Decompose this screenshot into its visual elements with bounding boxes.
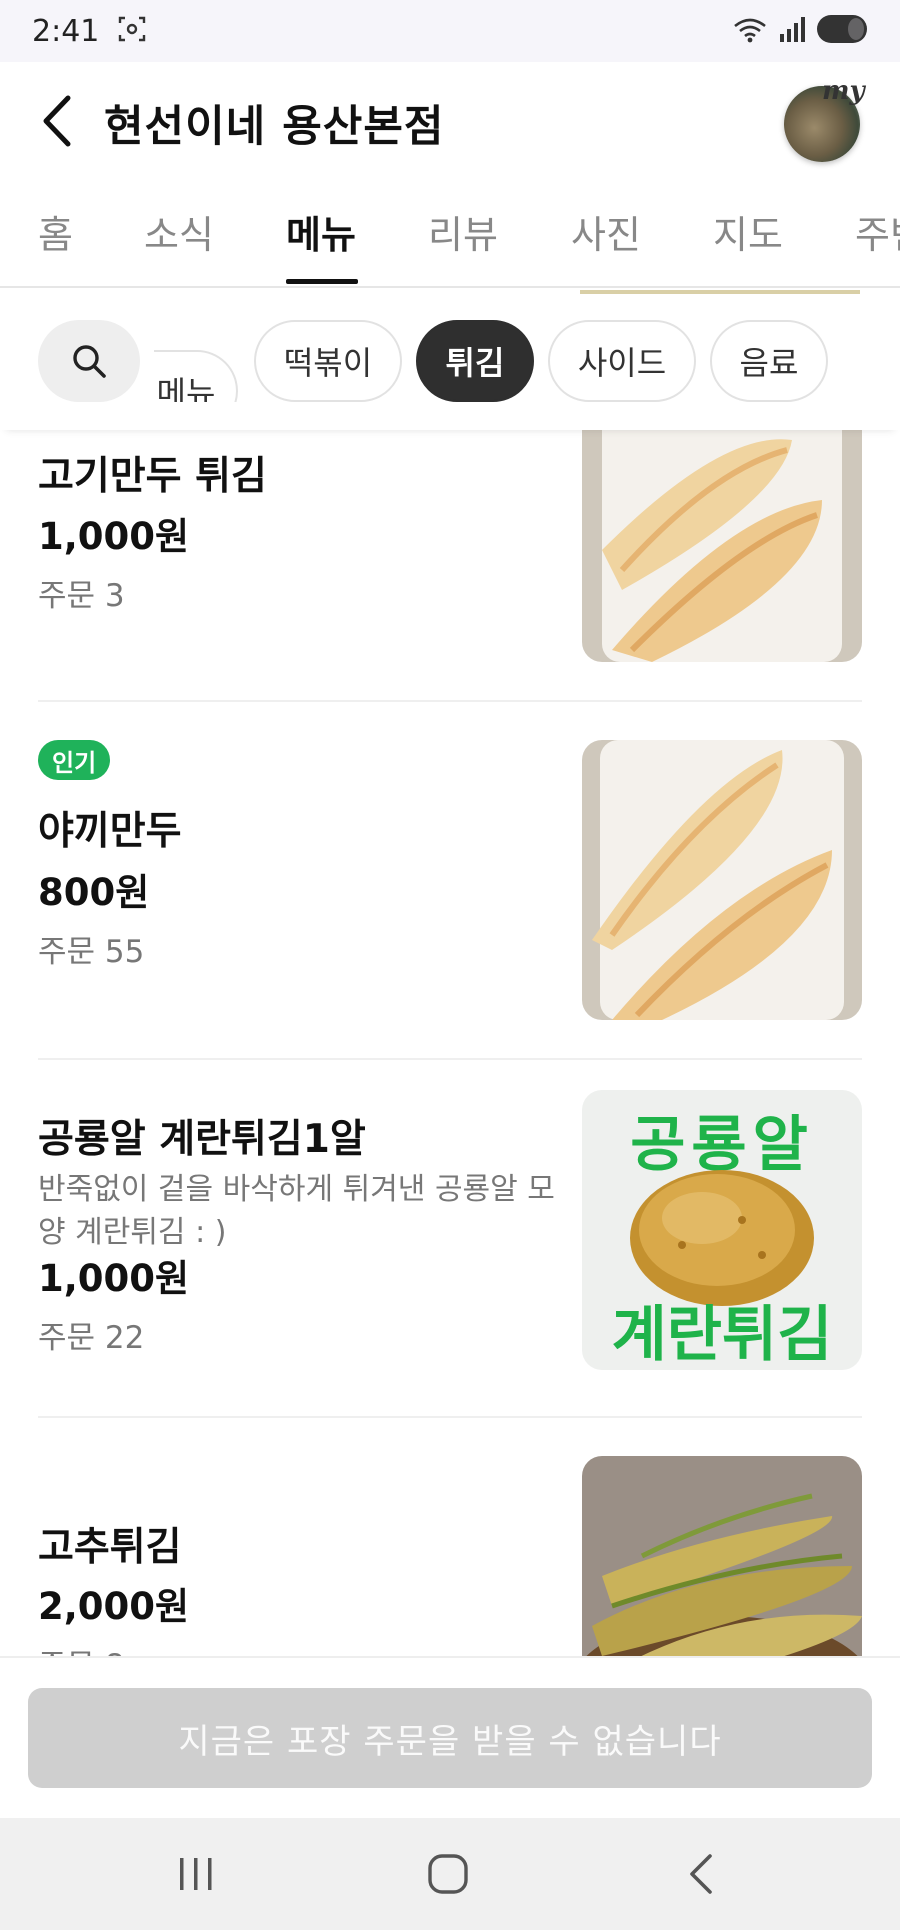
item-orders: 주문 3 <box>38 578 125 614</box>
recent-apps-button[interactable] <box>166 1844 226 1904</box>
tab-reviews[interactable]: 리뷰 <box>428 204 498 259</box>
home-button[interactable] <box>418 1844 478 1904</box>
wifi-icon <box>732 14 768 48</box>
home-icon <box>428 1854 468 1894</box>
popular-badge: 인기 <box>38 740 111 780</box>
screenshot-icon <box>117 14 147 48</box>
tab-nearby[interactable]: 주변 <box>855 204 900 259</box>
chevron-left-icon <box>43 95 71 147</box>
item-image <box>582 740 862 1020</box>
chip-tteokbokki[interactable]: 떡볶이 <box>254 320 402 402</box>
item-price: 1,000원 <box>38 515 190 558</box>
system-nav-bar <box>0 1818 900 1930</box>
item-price: 2,000원 <box>38 1585 190 1628</box>
status-time: 2:41 <box>32 13 100 49</box>
menu-list: 고기만두 튀김 1,000원 주문 3 인기 야끼만두 800원 주문 55 공… <box>0 430 900 1656</box>
status-right <box>732 13 868 49</box>
item-orders: 주문 8 <box>38 1640 125 1656</box>
order-bar: 지금은 포장 주문을 받을 수 없습니다 <box>0 1656 900 1818</box>
item-price: 800원 <box>38 871 150 914</box>
menu-item[interactable]: 공룡알 계란튀김1알 반죽없이 겉을 바삭하게 튀겨낸 공룡알 모양 계란튀김 … <box>0 1060 900 1418</box>
menu-item[interactable]: 인기 야끼만두 800원 주문 55 <box>0 702 900 1060</box>
signal-icon <box>778 14 806 48</box>
status-bar: 2:41 <box>0 0 900 62</box>
item-image <box>582 1456 862 1656</box>
chip-drinks[interactable]: 음료 <box>710 320 828 402</box>
tab-home[interactable]: 홈 <box>38 204 73 259</box>
chip-clip: 메뉴 <box>154 320 240 402</box>
menu-search-button[interactable] <box>38 320 140 402</box>
search-icon <box>73 345 106 378</box>
back-icon <box>690 1854 712 1894</box>
item-image <box>582 430 862 662</box>
chip-menu[interactable]: 메뉴 <box>154 350 238 402</box>
item-orders: 주문 22 <box>38 1320 145 1356</box>
tab-photos[interactable]: 사진 <box>571 204 641 259</box>
order-button-disabled[interactable]: 지금은 포장 주문을 받을 수 없습니다 <box>28 1688 872 1788</box>
item-name: 공룡알 계란튀김1알 <box>38 1117 366 1162</box>
chip-side[interactable]: 사이드 <box>548 320 696 402</box>
item-name: 야끼만두 <box>38 809 182 854</box>
store-tabs: 홈 소식 메뉴 리뷰 사진 지도 주변 <box>0 180 900 288</box>
menu-item[interactable]: 고추튀김 2,000원 주문 8 <box>0 1418 900 1656</box>
battery-icon <box>816 13 868 49</box>
status-left: 2:41 <box>32 14 147 49</box>
chip-fried[interactable]: 튀김 <box>416 320 534 402</box>
my-label: my <box>822 76 865 106</box>
item-name: 고추튀김 <box>38 1525 182 1570</box>
chip-menu-label: 메뉴 <box>156 374 216 402</box>
category-chip-bar: 메뉴 떡볶이 튀김 사이드 음료 <box>0 290 900 430</box>
tab-map[interactable]: 지도 <box>713 204 783 259</box>
image-text-bottom: 계란튀김 <box>611 1300 833 1370</box>
item-price: 1,000원 <box>38 1257 190 1300</box>
item-image: 공룡알 계란튀김 <box>582 1090 862 1370</box>
menu-item[interactable]: 고기만두 튀김 1,000원 주문 3 <box>0 430 900 700</box>
active-tab-underline <box>286 279 358 284</box>
fried-dumpling-image <box>582 430 862 662</box>
tab-news[interactable]: 소식 <box>144 204 214 259</box>
item-orders: 주문 55 <box>38 934 145 970</box>
image-edge-strip <box>580 290 860 294</box>
item-description: 반죽없이 겉을 바삭하게 튀겨낸 공룡알 모양 계란튀김 : ) <box>38 1172 555 1250</box>
store-header: 현선이네 용산본점 my <box>0 62 900 180</box>
store-title: 현선이네 용산본점 <box>104 102 445 152</box>
fried-pepper-image <box>582 1456 862 1656</box>
item-name: 고기만두 튀김 <box>38 454 267 499</box>
yaki-dumpling-image <box>582 740 862 1020</box>
system-back-button[interactable] <box>672 1844 732 1904</box>
tab-menu[interactable]: 메뉴 <box>286 204 356 259</box>
recent-apps-icon <box>180 1858 212 1890</box>
back-button[interactable] <box>30 90 86 152</box>
